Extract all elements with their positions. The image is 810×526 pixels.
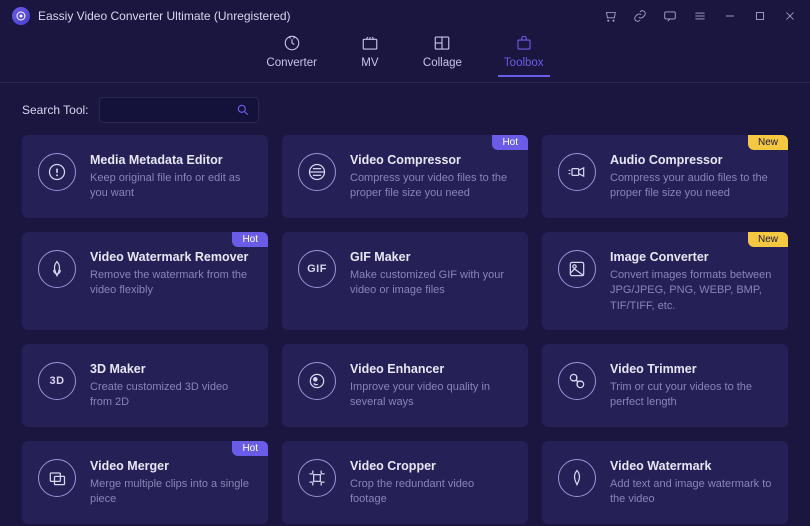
search-box[interactable] xyxy=(99,97,259,123)
palette-icon xyxy=(298,362,336,400)
tool-desc: Merge multiple clips into a single piece xyxy=(90,477,252,508)
tool-title: Video Cropper xyxy=(350,459,512,473)
main-nav: Converter MV Collage Toolbox xyxy=(0,32,810,82)
cart-icon[interactable] xyxy=(602,8,618,24)
merge-icon xyxy=(38,459,76,497)
tools-grid: Media Metadata Editor Keep original file… xyxy=(22,135,788,524)
tool-desc: Make customized GIF with your video or i… xyxy=(350,268,512,299)
nav-label: Toolbox xyxy=(504,57,544,69)
search-label: Search Tool: xyxy=(22,103,89,117)
search-row: Search Tool: xyxy=(0,83,810,135)
info-icon xyxy=(38,153,76,191)
nav-collage[interactable]: Collage xyxy=(423,34,462,75)
search-input[interactable] xyxy=(108,103,236,117)
tool-title: Video Merger xyxy=(90,459,252,473)
tool-desc: Compress your audio files to the proper … xyxy=(610,171,772,202)
titlebar: Eassiy Video Converter Ultimate (Unregis… xyxy=(0,0,810,32)
tool-desc: Convert images formats between JPG/JPEG,… xyxy=(610,268,772,314)
tool-desc: Compress your video files to the proper … xyxy=(350,171,512,202)
tool-desc: Create customized 3D video from 2D xyxy=(90,380,252,411)
close-button[interactable] xyxy=(782,8,798,24)
tool-card[interactable]: Video Enhancer Improve your video qualit… xyxy=(282,344,528,427)
tool-desc: Trim or cut your videos to the perfect l… xyxy=(610,380,772,411)
app-title: Eassiy Video Converter Ultimate (Unregis… xyxy=(38,9,602,23)
droplet-icon xyxy=(38,250,76,288)
tool-title: Video Watermark Remover xyxy=(90,250,252,264)
tool-card[interactable]: Video Watermark Add text and image water… xyxy=(542,441,788,524)
nav-converter[interactable]: Converter xyxy=(266,34,317,75)
tool-desc: Improve your video quality in several wa… xyxy=(350,380,512,411)
audio-icon xyxy=(558,153,596,191)
compress-icon xyxy=(298,153,336,191)
link-icon[interactable] xyxy=(632,8,648,24)
tool-title: Image Converter xyxy=(610,250,772,264)
tool-card[interactable]: Hot Video Compressor Compress your video… xyxy=(282,135,528,218)
tool-title: Video Watermark xyxy=(610,459,772,473)
nav-toolbox[interactable]: Toolbox xyxy=(504,34,544,75)
tool-title: GIF Maker xyxy=(350,250,512,264)
minimize-button[interactable] xyxy=(722,8,738,24)
tool-title: Media Metadata Editor xyxy=(90,153,252,167)
nav-label: Converter xyxy=(266,57,317,69)
tool-title: Video Enhancer xyxy=(350,362,512,376)
tool-desc: Remove the watermark from the video flex… xyxy=(90,268,252,299)
tool-title: Audio Compressor xyxy=(610,153,772,167)
tools-content: Media Metadata Editor Keep original file… xyxy=(0,135,810,526)
nav-label: Collage xyxy=(423,57,462,69)
tool-card[interactable]: Hot Video Merger Merge multiple clips in… xyxy=(22,441,268,524)
tool-desc: Add text and image watermark to the vide… xyxy=(610,477,772,508)
tool-card[interactable]: 3D 3D Maker Create customized 3D video f… xyxy=(22,344,268,427)
nav-label: MV xyxy=(361,57,378,69)
search-icon[interactable] xyxy=(236,103,250,117)
3d-icon: 3D xyxy=(38,362,76,400)
gif-icon: GIF xyxy=(298,250,336,288)
hot-badge: Hot xyxy=(492,135,528,150)
tool-card[interactable]: New Image Converter Convert images forma… xyxy=(542,232,788,330)
hot-badge: Hot xyxy=(232,441,268,456)
app-logo xyxy=(12,7,30,25)
scissors-icon xyxy=(558,362,596,400)
tool-card[interactable]: Video Trimmer Trim or cut your videos to… xyxy=(542,344,788,427)
new-badge: New xyxy=(748,232,788,247)
tool-desc: Crop the redundant video footage xyxy=(350,477,512,508)
new-badge: New xyxy=(748,135,788,150)
crop-icon xyxy=(298,459,336,497)
tool-card[interactable]: New Audio Compressor Compress your audio… xyxy=(542,135,788,218)
tool-title: Video Trimmer xyxy=(610,362,772,376)
tool-card[interactable]: Video Cropper Crop the redundant video f… xyxy=(282,441,528,524)
nav-mv[interactable]: MV xyxy=(359,34,381,75)
image-icon xyxy=(558,250,596,288)
tool-card[interactable]: GIF GIF Maker Make customized GIF with y… xyxy=(282,232,528,330)
hot-badge: Hot xyxy=(232,232,268,247)
tool-title: 3D Maker xyxy=(90,362,252,376)
tool-card[interactable]: Media Metadata Editor Keep original file… xyxy=(22,135,268,218)
tool-card[interactable]: Hot Video Watermark Remover Remove the w… xyxy=(22,232,268,330)
maximize-button[interactable] xyxy=(752,8,768,24)
chat-icon[interactable] xyxy=(662,8,678,24)
watermark-icon xyxy=(558,459,596,497)
tool-title: Video Compressor xyxy=(350,153,512,167)
tool-desc: Keep original file info or edit as you w… xyxy=(90,171,252,202)
menu-icon[interactable] xyxy=(692,8,708,24)
